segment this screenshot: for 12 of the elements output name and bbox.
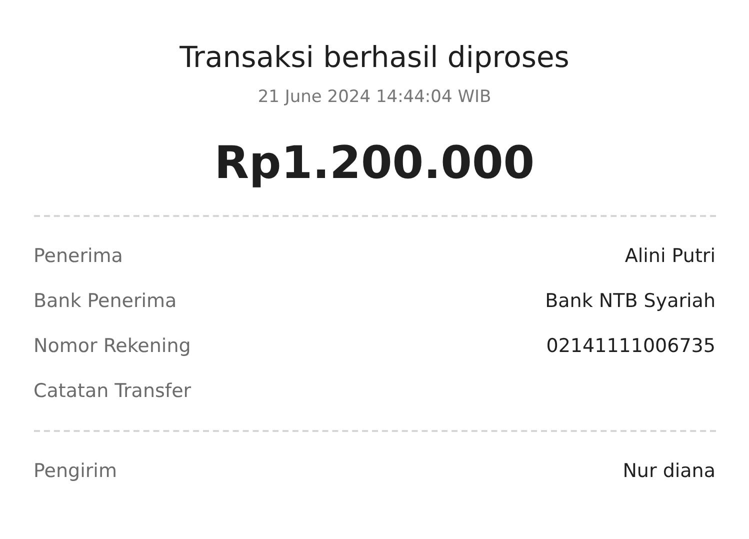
transaction-datetime: 21 June 2024 14:44:04 WIB — [258, 86, 492, 109]
field-value: 02141111006735 — [546, 334, 716, 359]
transaction-title: Transaksi berhasil diproses — [180, 39, 570, 76]
field-value: Alini Putri — [624, 244, 716, 269]
field-label: Catatan Transfer — [34, 378, 192, 404]
field-value: Bank NTB Syariah — [545, 288, 716, 314]
field-label: Nomor Rekening — [34, 334, 191, 359]
transaction-amount: Rp1.200.000 — [214, 135, 535, 191]
field-label: Penerima — [34, 244, 123, 269]
field-value: Nur diana — [622, 458, 716, 484]
field-label: Pengirim — [34, 458, 117, 484]
field-label: Bank Penerima — [34, 288, 177, 314]
